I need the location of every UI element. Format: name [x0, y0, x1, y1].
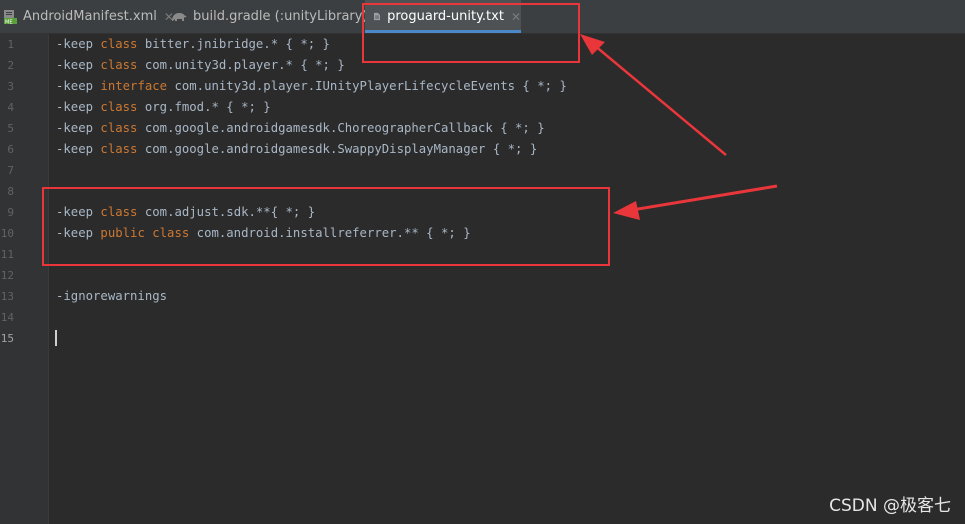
arrow-to-code [613, 184, 778, 220]
arrow-to-tab [580, 34, 727, 156]
annotation-arrows [580, 34, 778, 220]
watermark: CSDN @极客七 [829, 496, 951, 516]
